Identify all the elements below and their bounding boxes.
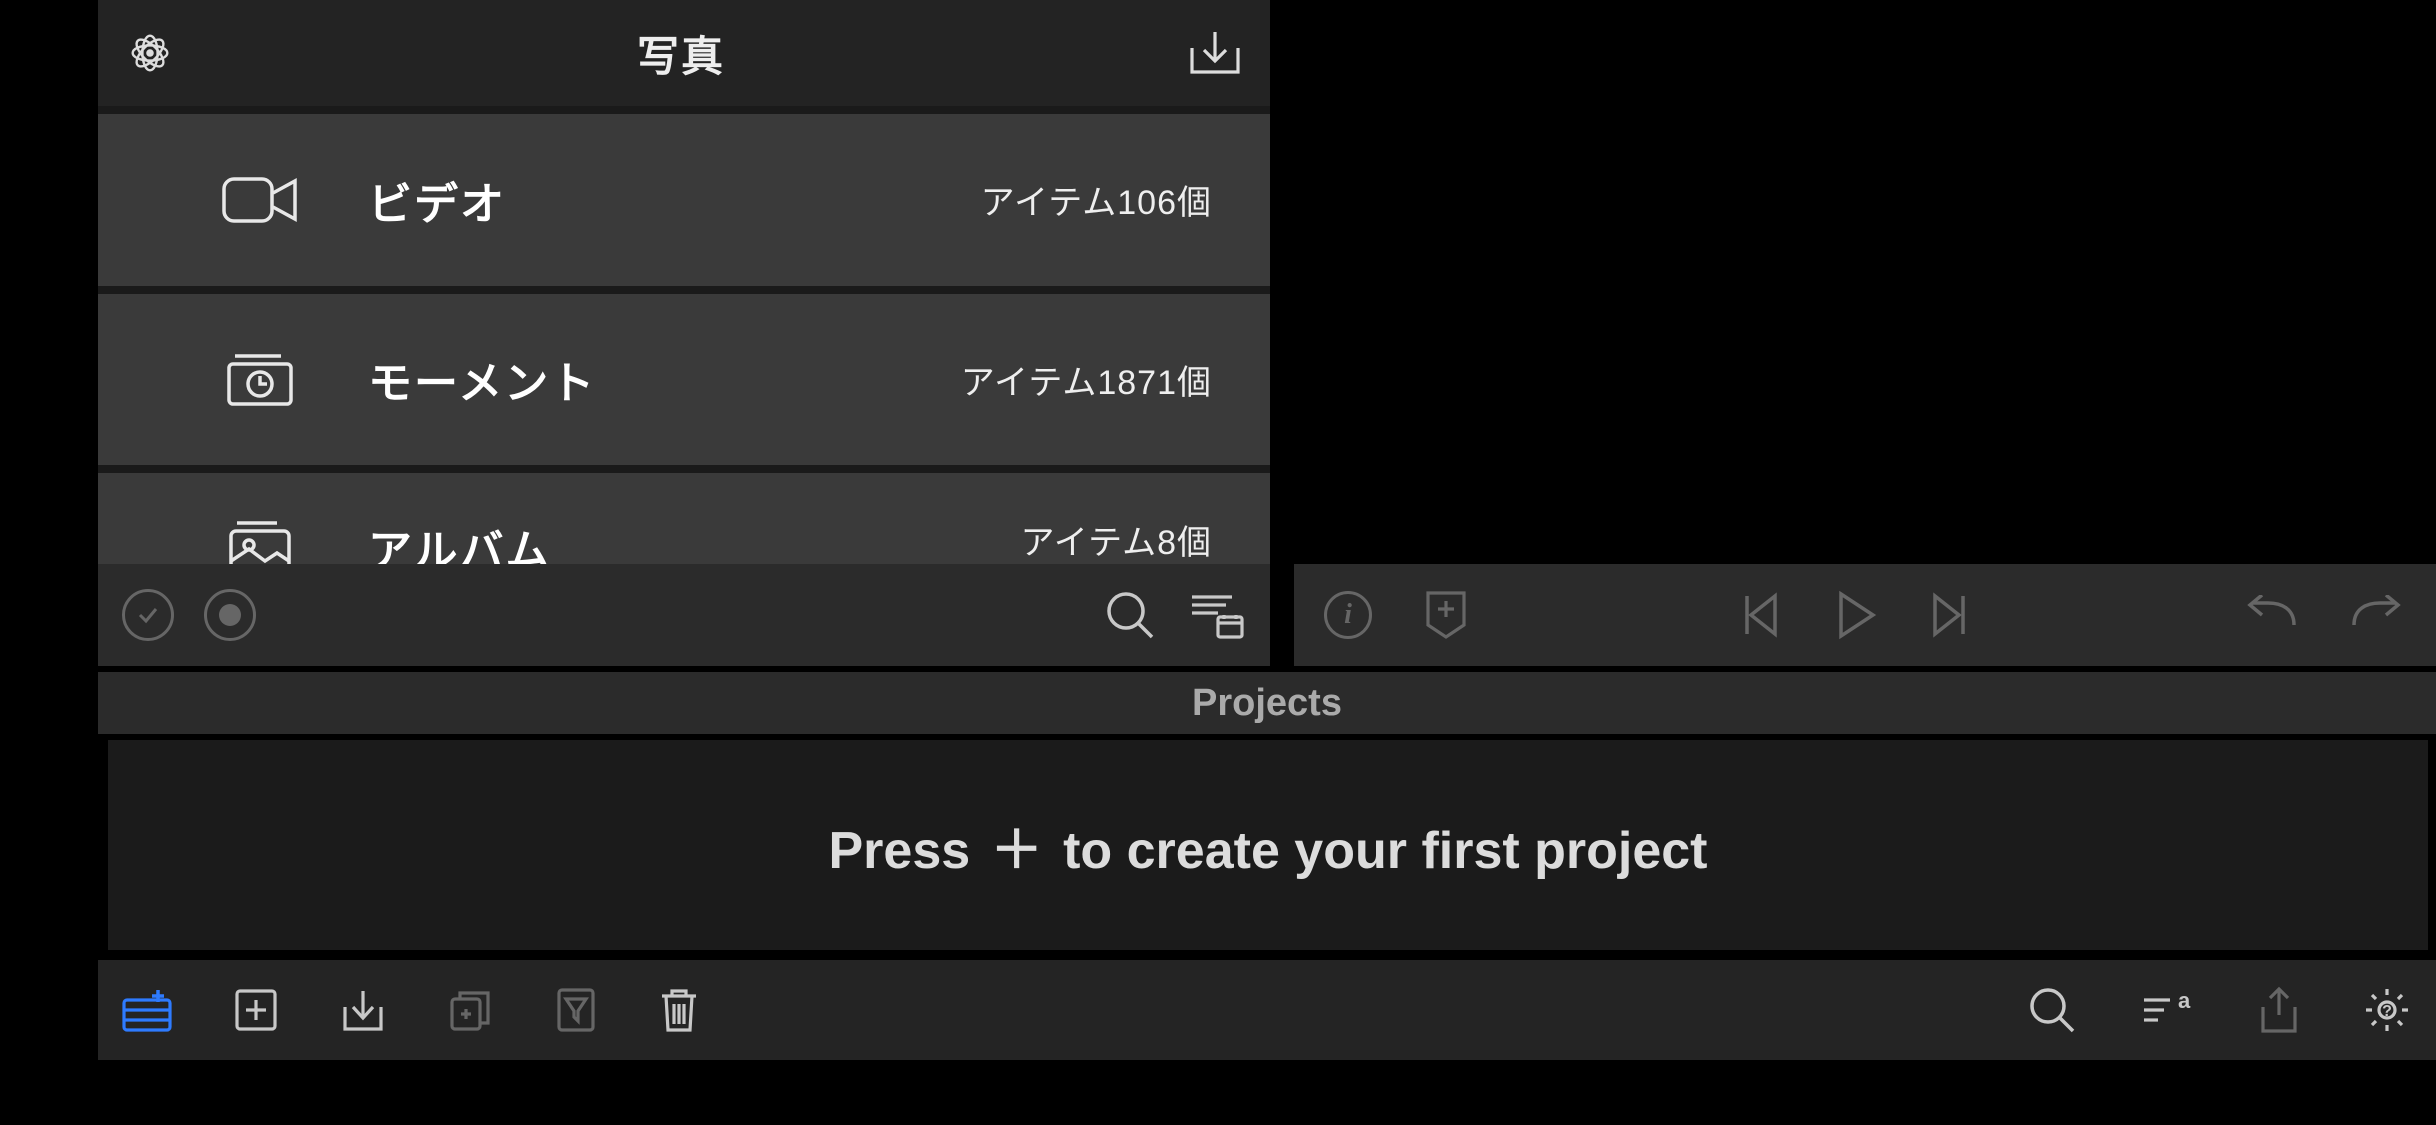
projects-area[interactable]: Press ＋ to create your first project <box>108 740 2428 950</box>
search-projects-icon[interactable] <box>2026 984 2078 1036</box>
new-project-icon[interactable] <box>122 988 172 1032</box>
marker-add-icon[interactable] <box>1424 589 1468 641</box>
info-icon[interactable]: i <box>1324 591 1372 639</box>
preview-panel: i <box>1294 0 2436 666</box>
share-icon[interactable] <box>2258 985 2300 1035</box>
library-item-count: アイテム8個 <box>1020 515 1212 564</box>
bottom-toolbar: a ? <box>98 960 2436 1060</box>
skip-back-icon[interactable] <box>1739 592 1781 638</box>
preview-toolbar: i <box>1294 564 2436 666</box>
preview-viewport[interactable] <box>1294 0 2436 564</box>
sort-alpha-icon[interactable]: a <box>2140 988 2196 1032</box>
library-item-count: アイテム106個 <box>981 175 1212 224</box>
prompt-text-after: to create your first project <box>1049 822 1708 880</box>
moments-icon <box>210 350 310 408</box>
video-icon <box>210 173 310 227</box>
prompt-text-before: Press <box>829 822 985 880</box>
library-title: 写真 <box>176 23 1186 84</box>
library-item-count: アイテム1871個 <box>961 355 1212 404</box>
search-icon[interactable] <box>1102 587 1158 643</box>
library-item-videos[interactable]: ビデオ アイテム106個 <box>98 114 1270 286</box>
svg-text:a: a <box>2178 988 2191 1013</box>
library-toolbar <box>98 564 1270 666</box>
duplicate-icon[interactable] <box>448 987 494 1033</box>
svg-text:?: ? <box>2382 1003 2392 1020</box>
projects-header-label: Projects <box>1192 682 1342 725</box>
redo-icon[interactable] <box>2350 595 2406 635</box>
add-icon[interactable] <box>234 988 278 1032</box>
record-icon[interactable] <box>204 589 256 641</box>
photos-app-icon[interactable] <box>124 27 176 79</box>
empty-projects-prompt: Press ＋ to create your first project <box>829 808 1708 883</box>
library-panel: 写真 ビデオ <box>98 0 1270 666</box>
skip-forward-icon[interactable] <box>1929 592 1971 638</box>
top-row: 写真 ビデオ <box>0 0 2436 666</box>
albums-icon <box>210 515 310 564</box>
library-item-albums[interactable]: アルバム アイテム8個 <box>98 473 1270 564</box>
settings-gear-icon[interactable]: ? <box>2362 985 2412 1035</box>
app-root: 写真 ビデオ <box>0 0 2436 1125</box>
prompt-plus-glyph: ＋ <box>985 822 1049 880</box>
library-header: 写真 <box>98 0 1270 106</box>
import-icon[interactable] <box>1186 28 1244 78</box>
download-project-icon[interactable] <box>340 987 386 1033</box>
library-item-label: アルバム <box>310 515 1020 564</box>
projects-header: Projects <box>98 672 2436 734</box>
library-item-label: ビデオ <box>310 168 981 232</box>
library-item-label: モーメント <box>310 347 961 411</box>
play-icon[interactable] <box>1833 590 1877 640</box>
filter-icon[interactable] <box>556 987 596 1033</box>
select-mode-icon[interactable] <box>122 589 174 641</box>
undo-icon[interactable] <box>2242 595 2298 635</box>
library-item-moments[interactable]: モーメント アイテム1871個 <box>98 294 1270 466</box>
sort-date-icon[interactable] <box>1188 591 1246 639</box>
library-list[interactable]: ビデオ アイテム106個 モーメント アイテム1871個 <box>98 106 1270 564</box>
trash-icon[interactable] <box>658 986 700 1034</box>
